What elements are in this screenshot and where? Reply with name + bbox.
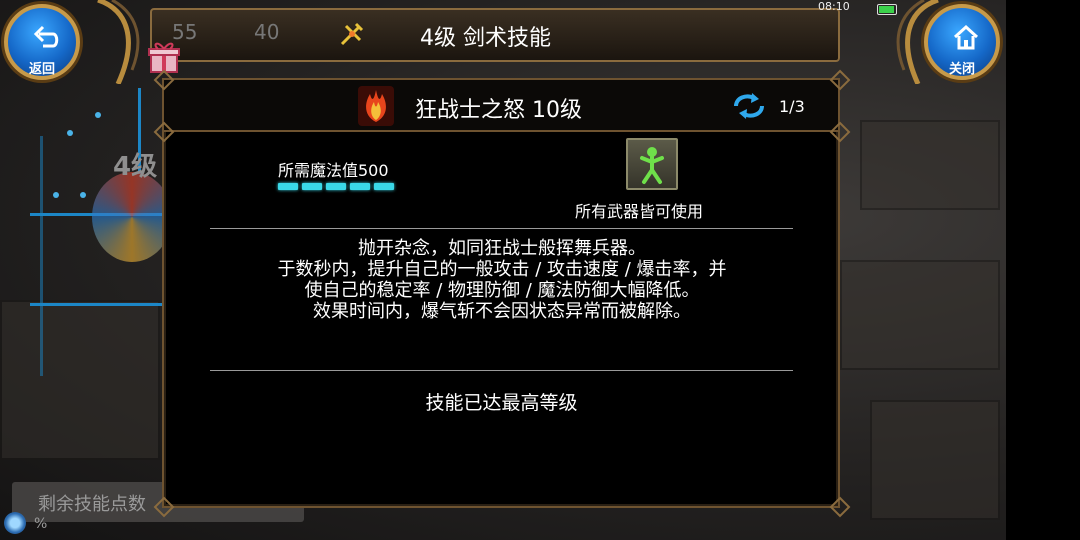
orb-icon[interactable] [4,512,26,534]
description-line: 抛开杂念，如同狂战士般挥舞兵器。 [358,238,646,259]
percent-label: % [34,516,48,532]
status-time: 08:10 [818,0,850,13]
mp-bar-segment [326,183,346,190]
skill-tree-level-label: 4级 [113,152,158,182]
back-button-label: 返回 [28,62,55,77]
weapon-type-badge [626,138,678,190]
return-arrow-icon [33,25,59,48]
weapon-requirement-label: 所有武器皆可使用 [575,202,704,221]
skill-name: 狂战士之怒 10级 [415,98,582,123]
remaining-skill-points-label: 剩余技能点数 [38,494,146,515]
description-line: 效果时间内，爆气斩不会因状态异常而被解除。 [313,301,691,322]
mp-bar-segment [278,183,298,190]
mp-bar-segment [374,183,394,190]
skill-node-icon[interactable] [92,172,172,262]
home-icon [953,24,979,50]
divider [210,228,793,229]
max-level-notice: 技能已达最高等级 [425,392,578,414]
close-button[interactable]: 关闭 [924,4,1000,80]
description-line: 使自己的稳定率 / 物理防御 / 魔法防御大幅降低。 [304,280,700,301]
frame-ornament-left [97,0,140,84]
page-title: 4级 剑术技能 [420,26,551,51]
back-button[interactable]: 返回 [4,4,80,80]
description-line: 于数秒内，提升自己的一般攻击 / 攻击速度 / 爆击率，并 [277,259,727,280]
stick-figure-icon [640,147,664,184]
berserker-fire-icon [358,86,394,126]
mp-bar-segment [302,183,322,190]
skill-description: 抛开杂念，如同狂战士般挥舞兵器。 于数秒内，提升自己的一般攻击 / 攻击速度 /… [212,238,792,322]
stat-value-right: 40 [254,20,280,44]
cycle-arrows-icon[interactable] [732,92,766,120]
corner-ornament-icon [153,69,175,91]
mp-requirement-label: 所需魔法值500 [278,161,389,180]
sword-skill-icon [340,22,364,46]
screen-edge [1006,0,1080,540]
page-indicator: 1/3 [779,97,805,116]
corner-ornament-icon [829,121,851,143]
divider [210,370,793,371]
mp-bar-segment [350,183,370,190]
corner-ornament-icon [829,69,851,91]
corner-ornament-icon [153,496,175,518]
battery-icon [877,4,897,15]
corner-ornament-icon [829,496,851,518]
close-button-label: 关闭 [948,62,975,77]
corner-ornament-icon [153,121,175,143]
